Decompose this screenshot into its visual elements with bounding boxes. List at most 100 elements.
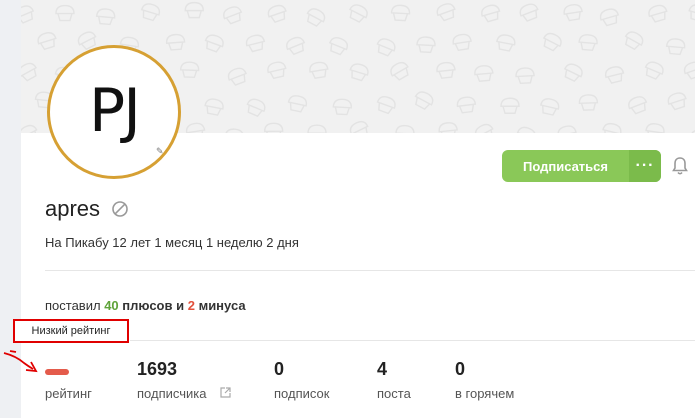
cover-pattern-shape <box>376 95 396 115</box>
cover-pattern-shape <box>21 62 37 82</box>
cover-pattern-shape <box>519 3 539 22</box>
cover-pattern-shape <box>604 66 625 84</box>
cover-pattern-shape <box>332 98 352 116</box>
cover-pattern-shape <box>665 38 686 56</box>
stat-value-posts: 4 <box>377 359 388 379</box>
cover-pattern-shape <box>390 61 409 81</box>
cover-pattern-shape <box>245 34 266 53</box>
minus-count: 2 <box>187 298 195 313</box>
votes-suffix: минуса <box>198 298 246 313</box>
subscribe-button[interactable]: Подписаться <box>502 150 629 182</box>
cover-pattern-shape <box>474 123 494 133</box>
cover-pattern-shape <box>539 98 560 116</box>
cover-pattern-shape <box>563 63 583 83</box>
cover-pattern-shape <box>542 32 562 52</box>
cover-pattern-shape <box>267 4 287 23</box>
cover-pattern-shape <box>456 96 477 114</box>
cover-pattern-shape <box>602 122 622 133</box>
cover-pattern-shape <box>306 8 326 27</box>
cover-pattern-shape <box>376 38 396 57</box>
cover-pattern-shape <box>37 32 57 51</box>
cover-pattern-shape <box>263 122 284 133</box>
cover-pattern-shape <box>474 65 494 82</box>
cover-pattern-shape <box>688 4 695 23</box>
votes-summary: поставил 40 плюсов и 2 минуса <box>45 298 246 313</box>
cover-pattern-shape <box>416 36 436 54</box>
avatar[interactable]: PJ <box>47 45 181 179</box>
cover-pattern-shape <box>309 61 329 79</box>
cover-pattern-shape <box>307 124 327 133</box>
username: apres <box>45 196 101 221</box>
cover-pattern-shape <box>204 98 224 116</box>
cover-pattern-shape <box>624 31 644 51</box>
cover-pattern-shape <box>481 4 501 23</box>
cover-pattern-shape <box>414 91 434 110</box>
stat-label-posts[interactable]: поста <box>377 386 411 401</box>
cover-pattern-shape <box>227 67 247 86</box>
cover-pattern-shape <box>690 128 695 133</box>
cover-pattern-shape <box>436 61 456 79</box>
stat-value-subscriptions: 0 <box>274 359 285 379</box>
verified-icon <box>112 201 128 217</box>
stat-label-subscribers[interactable]: подписчика <box>137 386 206 401</box>
profile-tenure: На Пикабу 12 лет 1 месяц 1 неделю 2 дня <box>45 235 299 250</box>
stat-label-rating: рейтинг <box>45 386 92 401</box>
cover-pattern-shape <box>95 8 116 26</box>
cover-pattern-shape <box>140 3 161 22</box>
cover-pattern-shape <box>224 128 245 133</box>
cover-pattern-shape <box>516 126 536 133</box>
avatar-text: PJ <box>89 76 141 146</box>
cover-pattern-shape <box>184 1 204 19</box>
cover-pattern-shape <box>436 3 456 22</box>
stat-label-hot[interactable]: в горячем <box>455 386 514 401</box>
bell-icon[interactable] <box>672 156 688 176</box>
plus-count: 40 <box>104 298 119 313</box>
cover-pattern-shape <box>599 8 620 27</box>
cover-pattern-shape <box>165 33 186 51</box>
cover-pattern-shape <box>515 67 535 85</box>
cover-pattern-shape <box>267 61 287 80</box>
cover-pattern-shape <box>328 37 348 56</box>
annotation-arrow-icon <box>3 350 38 373</box>
cover-pattern-shape <box>286 36 306 56</box>
cover-pattern-shape <box>246 98 266 117</box>
stat-value-hot: 0 <box>455 359 466 379</box>
avatar-edit-icon: ✎ <box>156 146 164 156</box>
cover-pattern-shape <box>185 122 206 133</box>
divider <box>130 340 695 341</box>
cover-pattern-shape <box>500 97 520 114</box>
cover-pattern-shape <box>648 4 668 23</box>
cover-pattern-shape <box>667 92 687 111</box>
cover-pattern-shape <box>578 34 598 52</box>
cover-pattern-shape <box>55 4 75 22</box>
cover-pattern-shape <box>21 5 35 24</box>
cover-pattern-shape <box>223 6 243 25</box>
cover-pattern-shape <box>452 33 472 52</box>
cover-pattern-shape <box>628 96 648 115</box>
cover-pattern-shape <box>21 124 38 133</box>
cover-pattern-shape <box>204 34 224 53</box>
cover-pattern-shape <box>438 122 458 133</box>
cover-pattern-shape <box>683 61 695 80</box>
cover-pattern-shape <box>496 34 516 52</box>
stat-label-subscriptions[interactable]: подписок <box>274 386 329 401</box>
cover-pattern-shape <box>645 123 665 133</box>
cover-pattern-shape <box>563 4 583 22</box>
low-rating-tooltip: Низкий рейтинг <box>13 319 129 343</box>
cover-pattern-shape <box>287 95 308 113</box>
cover-pattern-shape <box>644 61 664 80</box>
external-link-icon[interactable] <box>220 387 231 398</box>
more-button[interactable]: ··· <box>629 150 661 182</box>
cover-pattern-shape <box>557 125 577 133</box>
votes-mid: плюсов и <box>122 298 185 313</box>
subscribe-group: Подписаться ··· <box>502 150 661 182</box>
votes-prefix: поставил <box>45 298 101 313</box>
divider <box>45 270 695 271</box>
cover-pattern-shape <box>349 120 369 133</box>
stat-value-subscribers: 1693 <box>137 359 178 379</box>
cover-pattern-shape <box>395 124 415 133</box>
cover-pattern-shape <box>349 63 369 82</box>
rating-indicator <box>45 369 69 375</box>
cover-pattern-shape <box>349 4 368 23</box>
cover-pattern-shape <box>578 94 599 111</box>
